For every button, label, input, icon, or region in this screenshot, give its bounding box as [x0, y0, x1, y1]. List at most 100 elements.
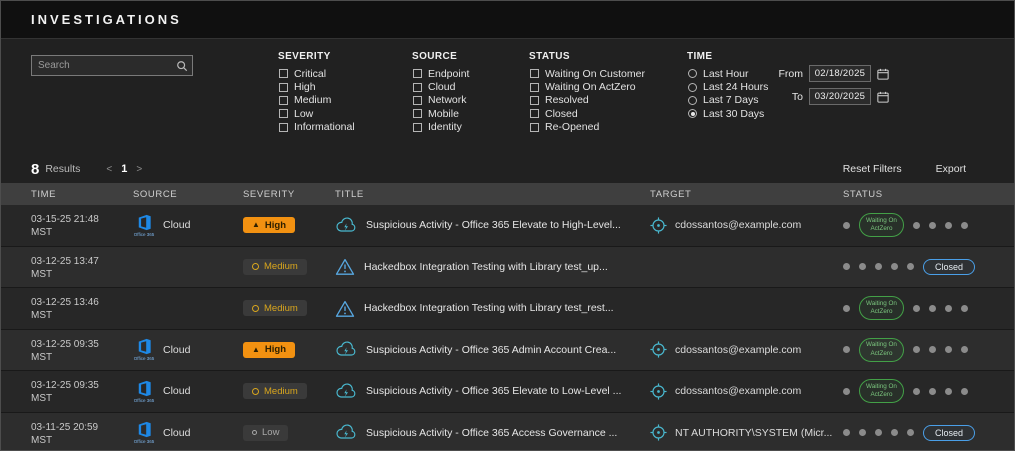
filter-group-source: SOURCE Endpoint Cloud Network Mobile Identit…: [412, 51, 469, 134]
checkbox-informational[interactable]: [279, 122, 288, 132]
status-dot: [843, 429, 850, 437]
calendar-icon[interactable]: [877, 91, 889, 103]
filter-option-network[interactable]: Network: [412, 94, 469, 107]
calendar-icon[interactable]: [877, 68, 889, 80]
checkbox-high[interactable]: [279, 82, 288, 92]
checkbox-identity[interactable]: [413, 122, 422, 132]
table-row[interactable]: 03-11-25 20:59 MST Office 365 Cloud Low Suspi…: [1, 412, 1014, 450]
status-badge[interactable]: Waiting On ActZero: [859, 337, 904, 362]
status-dot: [843, 221, 850, 229]
filter-group-time: TIME Last Hour Last 24 Hours Last 7 Days La…: [687, 51, 768, 121]
status-dot: [960, 221, 968, 229]
next-page-button[interactable]: >: [136, 164, 142, 175]
investigation-title[interactable]: Suspicious Activity - Office 365 Admin A…: [366, 344, 616, 356]
filter-option-label: Last 30 Days: [703, 107, 765, 120]
filter-option-last-hour[interactable]: Last Hour: [687, 67, 768, 80]
title-cell: Suspicious Activity - Office 365 Admin A…: [335, 341, 650, 358]
checkbox-waiting-on-customer[interactable]: [530, 69, 539, 79]
investigation-title[interactable]: Suspicious Activity - Office 365 Elevate…: [366, 385, 621, 397]
warning-triangle-icon: ▲: [252, 220, 260, 230]
table-row[interactable]: 03-12-25 13:47 MST Medium Hackedbox Integra…: [1, 246, 1014, 288]
checkbox-network[interactable]: [413, 95, 422, 105]
checkbox-resolved[interactable]: [530, 95, 539, 105]
reset-filters-button[interactable]: Reset Filters: [843, 163, 902, 175]
checkbox-critical[interactable]: [279, 69, 288, 79]
title-cell: Suspicious Activity - Office 365 Access …: [335, 424, 650, 441]
table-row[interactable]: 03-12-25 09:35 MST Office 365 Cloud Medium Su…: [1, 371, 1014, 413]
filter-option-closed[interactable]: Closed: [529, 107, 645, 120]
filter-option-label: Medium: [294, 94, 332, 107]
status-badge-line: Waiting On: [866, 299, 897, 307]
status-badge-line: Closed: [935, 261, 964, 272]
prev-page-button[interactable]: <: [106, 164, 112, 175]
search-input[interactable]: [32, 60, 176, 71]
time-cell: 03-12-25 09:35 MST: [31, 336, 133, 364]
filter-option-low[interactable]: Low: [278, 107, 355, 120]
search-icon[interactable]: [176, 60, 188, 72]
current-page[interactable]: 1: [121, 163, 127, 175]
status-dot: [859, 263, 866, 271]
status-dot: [843, 263, 850, 271]
date-from-input[interactable]: 02/18/2025: [809, 65, 871, 82]
checkbox-medium[interactable]: [279, 95, 288, 105]
date-from-label: From: [778, 67, 804, 80]
source-cell: Office 365 Cloud: [133, 214, 243, 237]
status-dot: [907, 429, 914, 437]
title-cell: Hackedbox Integration Testing with Libra…: [335, 258, 650, 276]
filter-option-critical[interactable]: Critical: [278, 67, 355, 80]
table-header: TIME SOURCE SEVERITY TITLE TARGET STATUS: [1, 183, 1014, 205]
table-row[interactable]: 03-15-25 21:48 MST Office 365 Cloud ▲ High Sus…: [1, 205, 1014, 247]
checkbox-closed[interactable]: [530, 109, 539, 119]
filter-option-label: Endpoint: [428, 67, 470, 80]
filter-option-re-opened[interactable]: Re-Opened: [529, 121, 645, 134]
table-row[interactable]: 03-12-25 13:46 MST Medium Hackedbox Integra…: [1, 288, 1014, 330]
filter-option-identity[interactable]: Identity: [412, 121, 469, 134]
export-button[interactable]: Export: [936, 163, 966, 175]
filter-option-medium[interactable]: Medium: [278, 94, 355, 107]
filter-option-mobile[interactable]: Mobile: [412, 107, 469, 120]
investigation-title[interactable]: Hackedbox Integration Testing with Libra…: [364, 302, 614, 314]
filter-option-endpoint[interactable]: Endpoint: [412, 67, 469, 80]
checkbox-re-opened[interactable]: [530, 122, 539, 132]
severity-cell: Medium: [243, 258, 335, 275]
filter-option-waiting-on-customer[interactable]: Waiting On Customer: [529, 67, 645, 80]
date-to-input[interactable]: 03/20/2025: [809, 88, 871, 105]
filter-option-cloud[interactable]: Cloud: [412, 80, 469, 93]
status-badge[interactable]: Waiting On ActZero: [859, 379, 904, 404]
filter-option-informational[interactable]: Informational: [278, 121, 355, 134]
status-badge[interactable]: Waiting On ActZero: [859, 213, 904, 238]
status-dot: [912, 221, 920, 229]
radio-last-7-days[interactable]: [688, 95, 697, 105]
status-badge[interactable]: Closed: [923, 424, 976, 441]
checkbox-waiting-on-actzero[interactable]: [530, 82, 539, 92]
radio-last-24-hours[interactable]: [688, 82, 697, 92]
table-body: 03-15-25 21:48 MST Office 365 Cloud ▲ High Sus…: [1, 205, 1014, 450]
radio-last-30-days[interactable]: [688, 109, 697, 119]
column-header-severity: SEVERITY: [243, 188, 295, 200]
status-badge[interactable]: Closed: [923, 258, 976, 275]
pagination: < 1 >: [106, 163, 142, 175]
checkbox-endpoint[interactable]: [413, 69, 422, 79]
table-row[interactable]: 03-12-25 09:35 MST Office 365 Cloud ▲ High Sus…: [1, 329, 1014, 371]
filter-option-last-30-days[interactable]: Last 30 Days: [687, 107, 768, 120]
investigation-title[interactable]: Hackedbox Integration Testing with Libra…: [364, 261, 608, 273]
filter-option-last-24-hours[interactable]: Last 24 Hours: [687, 80, 768, 93]
filter-option-high[interactable]: High: [278, 80, 355, 93]
investigation-title[interactable]: Suspicious Activity - Office 365 Access …: [366, 427, 617, 439]
filter-option-resolved[interactable]: Resolved: [529, 94, 645, 107]
checkbox-cloud[interactable]: [413, 82, 422, 92]
source-icon-stack: Office 365: [133, 214, 155, 237]
checkbox-low[interactable]: [279, 109, 288, 119]
radio-last-hour[interactable]: [688, 69, 697, 79]
filter-option-waiting-on-actzero[interactable]: Waiting On ActZero: [529, 80, 645, 93]
filter-option-last-7-days[interactable]: Last 7 Days: [687, 94, 768, 107]
date-to-row: To 03/20/2025: [773, 88, 889, 105]
status-badge-line: ActZero: [870, 391, 893, 399]
status-badge[interactable]: Waiting On ActZero: [859, 296, 904, 321]
checkbox-mobile[interactable]: [413, 109, 422, 119]
results-label: Results: [45, 163, 81, 175]
filter-option-label: Last 7 Days: [703, 94, 759, 107]
investigation-title[interactable]: Suspicious Activity - Office 365 Elevate…: [366, 219, 621, 231]
filter-option-label: Informational: [294, 121, 355, 134]
office365-icon: [136, 214, 153, 231]
